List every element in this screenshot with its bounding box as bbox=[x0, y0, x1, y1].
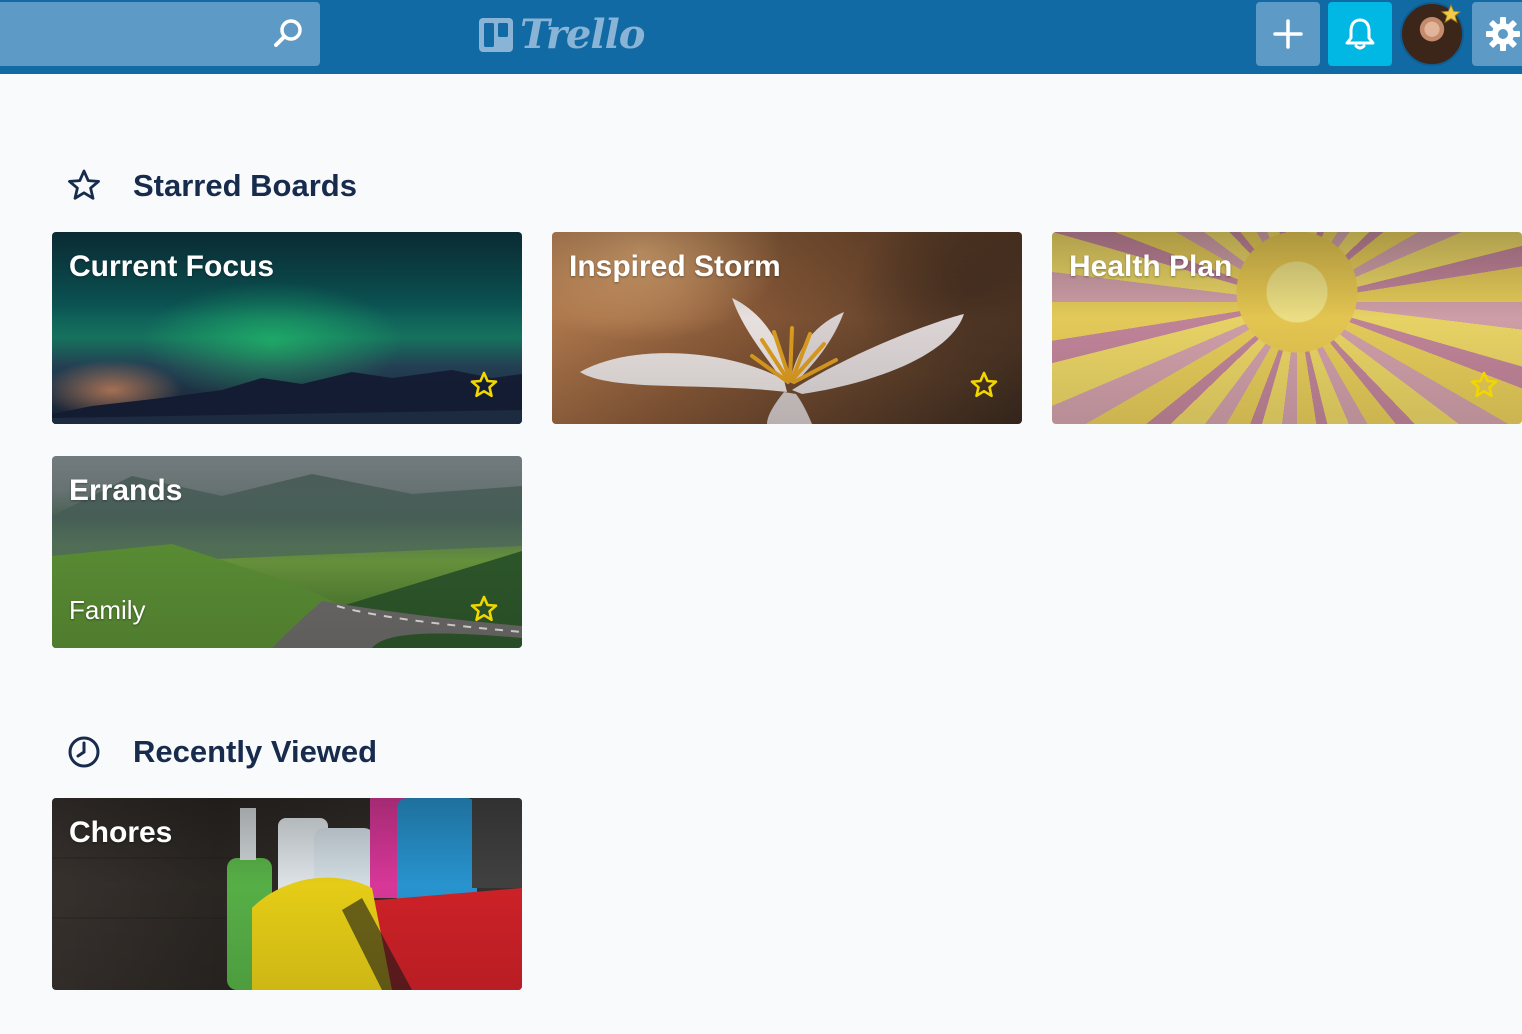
board-tile[interactable]: Chores bbox=[52, 798, 522, 990]
search-box[interactable] bbox=[0, 2, 320, 66]
board-tile[interactable]: Current Focus bbox=[52, 232, 522, 424]
plus-icon bbox=[1273, 19, 1303, 49]
recently-viewed-header: Recently Viewed bbox=[66, 732, 377, 772]
notifications-button[interactable] bbox=[1328, 2, 1392, 66]
star-outline-icon bbox=[68, 169, 100, 200]
board-tile[interactable]: Errands Family bbox=[52, 456, 522, 648]
board-tile[interactable]: Inspired Storm bbox=[552, 232, 1022, 424]
trello-logo-icon bbox=[479, 18, 513, 52]
starred-boards-header: Starred Boards bbox=[66, 166, 357, 206]
star-icon[interactable] bbox=[969, 370, 999, 400]
board-title: Current Focus bbox=[69, 250, 275, 283]
gear-icon bbox=[1486, 17, 1520, 51]
add-button[interactable] bbox=[1256, 2, 1320, 66]
board-title: Chores bbox=[69, 816, 173, 849]
trello-logo[interactable]: Trello bbox=[478, 12, 645, 58]
trello-logo-text: Trello bbox=[520, 11, 645, 58]
board-tile[interactable]: Health Plan bbox=[1052, 232, 1522, 424]
search-icon[interactable] bbox=[270, 16, 306, 52]
board-team-label: Family bbox=[69, 595, 146, 625]
section-title: Recently Viewed bbox=[133, 734, 378, 769]
board-title: Inspired Storm bbox=[569, 250, 781, 283]
settings-button[interactable] bbox=[1472, 2, 1522, 66]
board-title: Errands bbox=[69, 474, 183, 507]
gold-star-badge-icon bbox=[1440, 3, 1462, 24]
bell-icon bbox=[1345, 18, 1375, 50]
star-icon[interactable] bbox=[469, 594, 499, 624]
board-title: Health Plan bbox=[1069, 250, 1233, 283]
top-header: Trello bbox=[0, 0, 1522, 74]
section-title: Starred Boards bbox=[133, 168, 357, 203]
star-icon[interactable] bbox=[469, 370, 499, 400]
clock-icon bbox=[68, 736, 100, 768]
search-input[interactable] bbox=[12, 10, 262, 58]
star-icon[interactable] bbox=[1469, 370, 1499, 400]
